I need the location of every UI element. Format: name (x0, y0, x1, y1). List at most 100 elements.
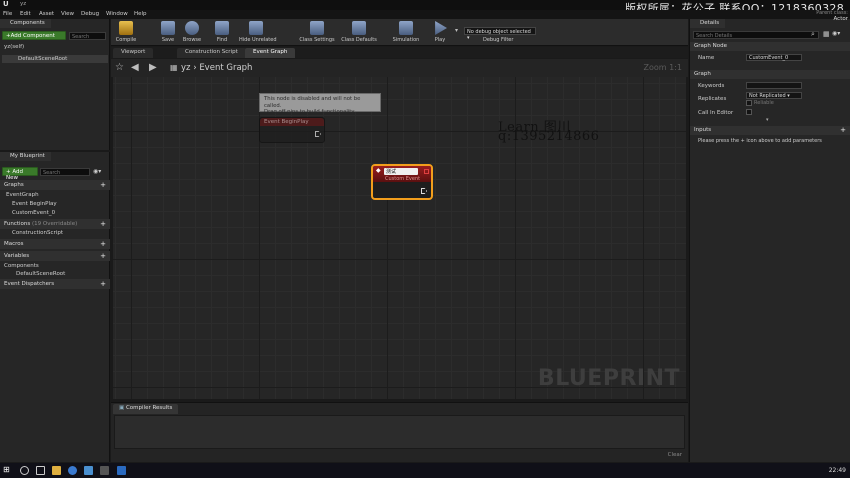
compiler-results-tab[interactable]: ▣ Compiler Results (113, 404, 179, 414)
name-field[interactable]: CustomEvent_0 (746, 54, 802, 61)
eye-icon[interactable]: ◉▾ (93, 168, 101, 175)
add-dispatcher-icon[interactable]: + (100, 280, 106, 288)
forward-arrow-icon[interactable]: ▶ (149, 62, 157, 73)
replicates-select[interactable]: Not Replicated ▾ (746, 92, 802, 99)
graphs-section[interactable]: Graphs + (0, 180, 110, 190)
parent-class-value[interactable]: Actor (834, 16, 848, 22)
graph-category[interactable]: Graph (690, 70, 850, 79)
custom-event-header: ◆ 测试 Custom Event (373, 166, 431, 182)
advanced-chevron-icon[interactable]: ▾ (766, 117, 769, 123)
grid-view-icon[interactable]: ▦ (823, 30, 830, 38)
replicates-label: Replicates (698, 96, 727, 102)
tree-item-construction-script[interactable]: ConstructionScript (12, 230, 63, 236)
details-search-input[interactable]: Search Details (693, 31, 819, 39)
tree-item-custom-event[interactable]: CustomEvent_0 (12, 210, 55, 216)
my-blueprint-tab[interactable]: My Blueprint (0, 152, 51, 161)
tab-viewport[interactable]: Viewport (113, 48, 154, 58)
graph-node-category[interactable]: Graph Node (690, 42, 850, 51)
class-settings-button[interactable]: Class Settings (299, 20, 335, 44)
event-dispatchers-section[interactable]: Event Dispatchers + (0, 279, 110, 289)
unreal-logo-icon: U (3, 0, 9, 8)
add-component-button[interactable]: +Add Component (2, 31, 66, 40)
simulation-button[interactable]: Simulation (391, 20, 421, 44)
save-icon (161, 21, 175, 35)
add-new-button[interactable]: + Add New (2, 167, 38, 181)
keywords-field[interactable] (746, 82, 802, 89)
play-label: Play (434, 37, 446, 43)
compile-button[interactable]: Compile (113, 20, 139, 44)
menu-asset[interactable]: Asset (39, 11, 54, 17)
tree-item-event-beginplay[interactable]: Event BeginPlay (12, 201, 57, 207)
view-options-eye-icon[interactable]: ◉▾ (832, 30, 840, 37)
compiler-results-label: Compiler Results (125, 405, 173, 411)
tree-item-event-graph[interactable]: EventGraph (6, 192, 39, 198)
back-arrow-icon[interactable]: ◀ (131, 62, 139, 73)
components-tab[interactable]: Components (0, 19, 51, 28)
windows-start-icon[interactable]: ⊞ (3, 465, 12, 474)
menu-help[interactable]: Help (134, 11, 147, 17)
inputs-category[interactable]: Inputs + (690, 126, 850, 135)
clear-button[interactable]: Clear (668, 452, 682, 458)
debug-object-select[interactable]: No debug object selected ▾ (464, 27, 536, 41)
tab-event-graph[interactable]: Event Graph (245, 48, 296, 58)
add-graph-icon[interactable]: + (100, 181, 106, 189)
tree-item-default-scene-root[interactable]: DefaultSceneRoot (16, 271, 65, 277)
hide-unrelated-icon (249, 21, 263, 35)
menu-file[interactable]: File (3, 11, 12, 17)
call-in-editor-label: Call In Editor (698, 110, 734, 116)
menu-view[interactable]: View (61, 11, 74, 17)
event-beginplay-node[interactable]: Event BeginPlay (259, 117, 325, 143)
tree-item-components[interactable]: Components (4, 263, 39, 269)
class-defaults-icon (352, 21, 366, 35)
component-self-item[interactable]: yz(self) (4, 44, 24, 50)
save-label: Save (161, 37, 175, 43)
class-defaults-button[interactable]: Class Defaults (341, 20, 377, 44)
compiler-results-panel: ▣ Compiler Results Clear (111, 402, 688, 462)
macros-heading: Macros (4, 241, 24, 247)
add-macro-icon[interactable]: + (100, 240, 106, 248)
browser-icon[interactable] (68, 466, 77, 475)
delegate-pin-icon[interactable] (424, 169, 429, 174)
find-button[interactable]: Find (209, 20, 235, 44)
components-search-input[interactable]: Search (69, 32, 106, 40)
search-icon[interactable] (20, 466, 29, 475)
unreal-editor-taskbar-icon[interactable] (100, 466, 109, 475)
save-button[interactable]: Save (155, 20, 181, 44)
search-icon[interactable]: ⌕ (811, 30, 815, 39)
reliable-checkbox[interactable] (746, 100, 752, 106)
call-in-editor-checkbox[interactable] (746, 109, 752, 115)
tab-construction-script[interactable]: Construction Script (177, 48, 246, 58)
star-icon[interactable]: ☆ (115, 62, 124, 73)
variables-section[interactable]: Variables + (0, 251, 110, 261)
blueprint-tab-title[interactable]: yz (20, 1, 26, 7)
macros-section[interactable]: Macros + (0, 239, 110, 249)
add-function-icon[interactable]: + (100, 220, 106, 228)
hide-unrelated-label: Hide Unrelated (239, 37, 277, 43)
browse-button[interactable]: Browse (179, 20, 205, 44)
app-icon[interactable] (84, 466, 93, 475)
event-graph-canvas[interactable]: This node is disabled and will not be ca… (113, 77, 686, 399)
custom-event-node[interactable]: ◆ 测试 Custom Event (371, 164, 433, 200)
custom-event-name-input[interactable]: 测试 (384, 168, 418, 175)
menu-window[interactable]: Window (106, 11, 128, 17)
my-blueprint-search-input[interactable]: Search (40, 168, 90, 176)
pinned-app-icon[interactable] (117, 466, 126, 475)
details-tab[interactable]: Details (690, 19, 726, 28)
hide-unrelated-button[interactable]: Hide Unrelated (239, 20, 277, 44)
breadcrumb-root[interactable]: yz (181, 63, 191, 73)
menu-debug[interactable]: Debug (81, 11, 99, 17)
custom-exec-output-pin-icon[interactable] (421, 188, 427, 194)
play-button[interactable]: Play (427, 20, 453, 44)
event-diamond-icon: ◆ (376, 167, 381, 174)
exec-output-pin-icon[interactable] (315, 131, 321, 137)
event-dispatchers-heading: Event Dispatchers (4, 281, 55, 287)
task-view-icon[interactable] (36, 466, 45, 475)
menu-edit[interactable]: Edit (20, 11, 31, 17)
file-explorer-icon[interactable] (52, 466, 61, 475)
add-input-icon[interactable]: + (840, 126, 846, 134)
component-root-item[interactable]: DefaultSceneRoot (2, 55, 108, 63)
compile-icon (119, 21, 133, 35)
functions-section[interactable]: Functions (19 Overridable) + (0, 219, 110, 229)
play-options-chevron-icon[interactable]: ▾ (455, 27, 458, 34)
add-variable-icon[interactable]: + (100, 252, 106, 260)
